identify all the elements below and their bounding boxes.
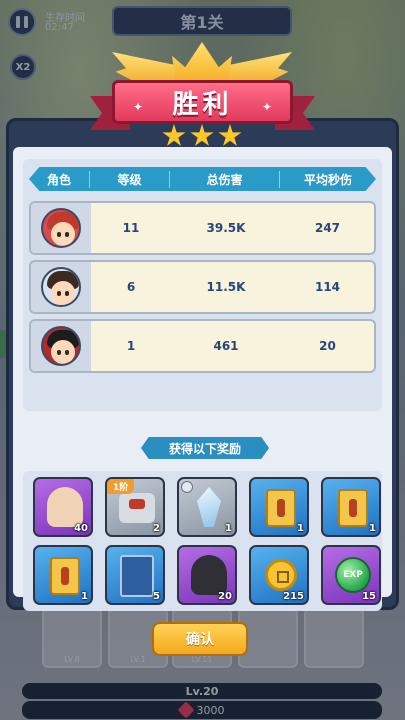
confirm-button[interactable]: 确认 xyxy=(152,622,248,656)
gold-coin-icon xyxy=(265,559,297,591)
hero-total-damage: 39.5K xyxy=(206,221,246,235)
table-row: 6 11.5K 114 xyxy=(29,260,376,314)
reward-item[interactable]: 5 xyxy=(105,545,165,605)
hero-total-damage: 11.5K xyxy=(206,280,246,294)
reward-item[interactable]: 215 xyxy=(249,545,309,605)
reward-item[interactable]: 20 xyxy=(177,545,237,605)
col-total-damage: 总伤害 xyxy=(169,170,279,188)
sparkle-icon: ✦ xyxy=(133,100,144,114)
tier-badge: 1阶 xyxy=(107,479,135,494)
hero-avatar xyxy=(41,267,81,307)
hero-shard-icon xyxy=(47,487,83,527)
result-panel: 角色 等级 总伤害 平均秒伤 11 39.5K 247 6 11.5K 114 … xyxy=(6,118,399,611)
reward-item[interactable]: 1 xyxy=(177,477,237,537)
result-panel-body: 角色 等级 总伤害 平均秒伤 11 39.5K 247 6 11.5K 114 … xyxy=(13,147,392,611)
hero-total-damage: 461 xyxy=(213,339,239,353)
reward-item[interactable]: 1 xyxy=(321,477,381,537)
star-icon xyxy=(162,124,186,146)
reward-item[interactable]: 40 xyxy=(33,477,93,537)
hero-dps: 247 xyxy=(314,221,341,235)
reward-item[interactable]: EXP 15 xyxy=(321,545,381,605)
table-header: 角色 等级 总伤害 平均秒伤 xyxy=(29,167,376,191)
hero-shard-icon xyxy=(191,555,227,595)
reward-item[interactable]: 1 xyxy=(33,545,93,605)
rewards-title: 获得以下奖励 xyxy=(141,437,269,459)
col-hero: 角色 xyxy=(46,172,71,187)
exp-orb-icon: EXP xyxy=(335,557,371,593)
skill-book-icon xyxy=(120,555,154,597)
hero-level: 6 xyxy=(126,280,136,294)
hero-dps: 114 xyxy=(314,280,341,294)
hero-level: 1 xyxy=(126,339,136,353)
col-dps: 平均秒伤 xyxy=(279,170,376,188)
star-icon xyxy=(190,124,214,146)
rewards-grid: 40 1阶 2 1 1 1 1 5 20 215 EXP 15 xyxy=(23,471,382,611)
reward-item[interactable]: 1阶 2 xyxy=(105,477,165,537)
hero-avatar xyxy=(41,208,81,248)
damage-stats-table: 角色 等级 总伤害 平均秒伤 11 39.5K 247 6 11.5K 114 … xyxy=(23,159,382,411)
star-icon xyxy=(218,124,242,146)
hero-avatar xyxy=(41,326,81,366)
sparkle-icon: ✦ xyxy=(261,100,272,114)
scroll-icon xyxy=(266,489,296,527)
hero-level: 11 xyxy=(122,221,140,235)
table-row: 11 39.5K 247 xyxy=(29,201,376,255)
bind-icon xyxy=(181,481,193,493)
scroll-icon xyxy=(50,557,80,595)
table-row: 1 461 20 xyxy=(29,319,376,373)
star-rating xyxy=(162,124,242,150)
crystal-icon xyxy=(197,487,221,527)
col-level: 等级 xyxy=(89,170,169,188)
reward-item[interactable]: 1 xyxy=(249,477,309,537)
victory-title: 胜利 xyxy=(172,89,233,120)
armor-icon xyxy=(119,493,155,523)
scroll-icon xyxy=(338,489,368,527)
victory-banner: ✦ 胜利 ✦ xyxy=(112,80,293,124)
hero-dps: 20 xyxy=(319,339,336,353)
